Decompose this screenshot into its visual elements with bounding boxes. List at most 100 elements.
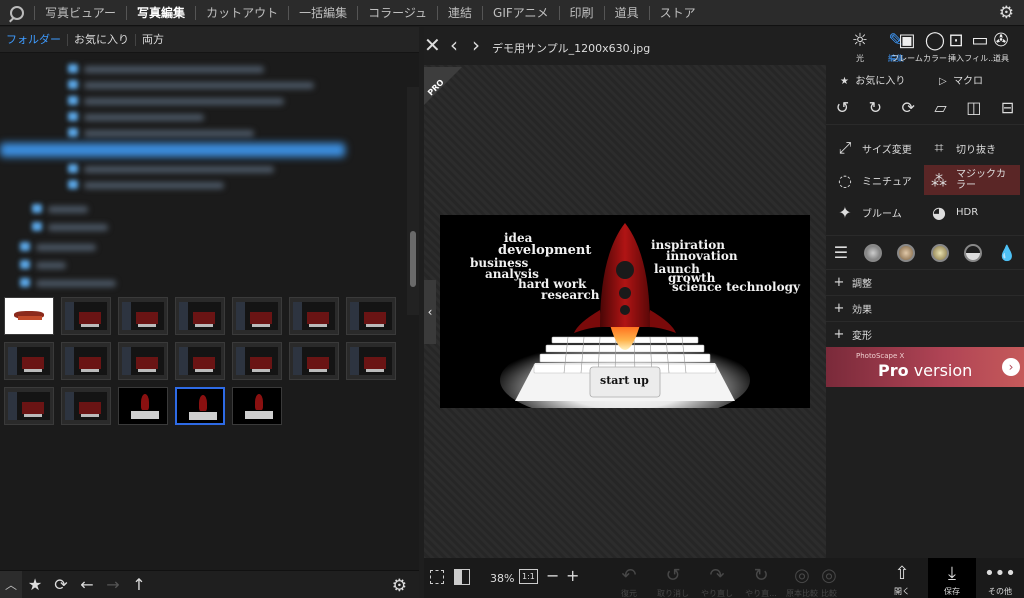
thumbnail[interactable]: [289, 342, 339, 380]
menu-print[interactable]: 印刷: [558, 5, 604, 20]
save-button[interactable]: ⤓ 保存: [928, 558, 976, 598]
menu-store[interactable]: ストア: [648, 5, 706, 20]
flip-horizontal-icon[interactable]: ◫: [966, 98, 981, 117]
scrollbar-thumb[interactable]: [410, 231, 416, 287]
left-settings-gear-icon[interactable]: ⚙: [392, 576, 407, 596]
macro-button[interactable]: ▷ マクロ: [925, 72, 1024, 87]
zoom-level[interactable]: 38%: [490, 572, 514, 585]
chevron-right-icon[interactable]: ›: [1002, 358, 1020, 376]
rotate-free-icon[interactable]: ⟳: [902, 98, 915, 117]
filter-dot[interactable]: [930, 243, 949, 262]
section-transform[interactable]: + 変形: [826, 321, 1024, 347]
thumbnail[interactable]: [175, 297, 225, 335]
thumbnail[interactable]: [175, 342, 225, 380]
tab-folders[interactable]: フォルダー: [0, 33, 67, 46]
tree-item[interactable]: [84, 82, 314, 89]
section-adjust[interactable]: + 調整: [826, 269, 1024, 295]
magic-color-button[interactable]: ⁂ マジックカラー: [924, 165, 1020, 195]
compare-button[interactable]: ◎ 比較: [806, 564, 852, 598]
tree-item[interactable]: [84, 166, 274, 173]
thumbnail[interactable]: [346, 342, 396, 380]
refresh-icon[interactable]: ⟳: [48, 571, 74, 598]
list-icon[interactable]: ☰: [834, 243, 848, 262]
thumbnail[interactable]: [232, 297, 282, 335]
straighten-icon[interactable]: ▱: [934, 98, 946, 117]
back-arrow-icon[interactable]: ←: [74, 571, 100, 598]
crop-button[interactable]: ⌗ 切り抜き: [928, 133, 1020, 163]
menu-photo-viewer[interactable]: 写真ビュアー: [34, 5, 126, 20]
thumbnail[interactable]: [118, 342, 168, 380]
resize-button[interactable]: ⤢ サイズ変更: [834, 133, 924, 163]
menu-batch-edit[interactable]: 一括編集: [288, 5, 357, 20]
tab-light[interactable]: ☼ 光: [838, 29, 882, 64]
undo-all-button[interactable]: ↺ 取り消し: [650, 564, 696, 598]
tree-item[interactable]: [84, 130, 254, 137]
tab-both[interactable]: 両方: [135, 33, 170, 46]
droplet-icon[interactable]: 💧: [998, 244, 1017, 262]
favorites-button[interactable]: ★ お気に入り: [826, 72, 925, 87]
thumbnail[interactable]: [232, 342, 282, 380]
tree-item[interactable]: [84, 114, 204, 121]
hdr-button[interactable]: ◕ HDR: [928, 197, 1020, 227]
thumbnail-selected[interactable]: [175, 387, 225, 425]
tab-favorites[interactable]: お気に入り: [67, 33, 135, 46]
compare-view-icon[interactable]: [454, 569, 470, 585]
thumbnail[interactable]: [4, 387, 54, 425]
tree-item[interactable]: [84, 182, 224, 189]
tree-scrollbar[interactable]: [407, 87, 419, 315]
menu-tools[interactable]: 道具: [603, 5, 649, 20]
up-arrow-icon[interactable]: ↑: [126, 571, 152, 598]
redo-button[interactable]: ↷ やり直し: [694, 564, 740, 598]
menu-gif-animation[interactable]: GIFアニメ: [482, 5, 559, 20]
miniature-button[interactable]: ◌ ミニチュア: [834, 165, 924, 195]
star-icon[interactable]: ★: [22, 571, 48, 598]
menu-collage[interactable]: コラージュ: [357, 5, 437, 20]
tree-item[interactable]: [84, 66, 264, 73]
thumbnail[interactable]: [61, 297, 111, 335]
filter-dot[interactable]: [863, 243, 882, 262]
edited-photo[interactable]: idea development business analysis hard …: [440, 215, 810, 408]
rotate-left-icon[interactable]: ↺: [836, 98, 849, 117]
menu-cutout[interactable]: カットアウト: [195, 5, 288, 20]
close-icon[interactable]: ✕: [424, 34, 441, 56]
tree-item[interactable]: [36, 280, 116, 287]
tree-item[interactable]: [48, 224, 108, 231]
more-button[interactable]: ••• その他: [976, 562, 1024, 597]
filter-dot[interactable]: [964, 243, 983, 262]
selection-icon[interactable]: [430, 570, 444, 584]
redo-all-button[interactable]: ↻ やり直...: [738, 564, 784, 598]
thumbnail[interactable]: [289, 297, 339, 335]
tree-item[interactable]: [36, 244, 96, 251]
tree-item-selected[interactable]: [0, 143, 345, 157]
collapse-up-icon[interactable]: ︿: [0, 570, 22, 598]
zoom-in-icon[interactable]: +: [566, 566, 579, 585]
settings-gear-icon[interactable]: ⚙: [999, 4, 1014, 22]
thumbnail[interactable]: [118, 297, 168, 335]
thumbnail[interactable]: [118, 387, 168, 425]
thumbnail[interactable]: [4, 342, 54, 380]
tree-item[interactable]: [36, 262, 66, 269]
menu-combine[interactable]: 連結: [437, 5, 482, 20]
section-effects[interactable]: + 効果: [826, 295, 1024, 321]
tab-tools[interactable]: ✇ 道具: [979, 29, 1023, 64]
open-button[interactable]: ⇧ 開く: [878, 562, 926, 597]
app-logo-icon[interactable]: [0, 0, 34, 26]
tab-insert[interactable]: ⊡ 挿入: [934, 29, 978, 64]
previous-icon[interactable]: ‹: [450, 34, 458, 56]
restore-button[interactable]: ↶ 復元: [606, 564, 652, 598]
thumbnail[interactable]: [61, 387, 111, 425]
filter-dot[interactable]: [897, 243, 916, 262]
zoom-out-icon[interactable]: −: [546, 566, 559, 585]
forward-arrow-icon[interactable]: →: [100, 571, 126, 598]
collapse-panel-chevron-icon[interactable]: ‹: [424, 280, 436, 344]
rotate-right-icon[interactable]: ↻: [869, 98, 882, 117]
tree-item[interactable]: [48, 206, 88, 213]
folder-tree[interactable]: [0, 54, 419, 312]
flip-vertical-icon[interactable]: ⊟: [1001, 98, 1014, 117]
thumbnail[interactable]: [232, 387, 282, 425]
bloom-button[interactable]: ✦ ブルーム: [834, 197, 924, 227]
pro-version-banner[interactable]: PhotoScape X Pro version ›: [826, 347, 1024, 387]
next-icon[interactable]: ›: [472, 34, 480, 56]
thumbnail[interactable]: [346, 297, 396, 335]
thumbnail[interactable]: [61, 342, 111, 380]
